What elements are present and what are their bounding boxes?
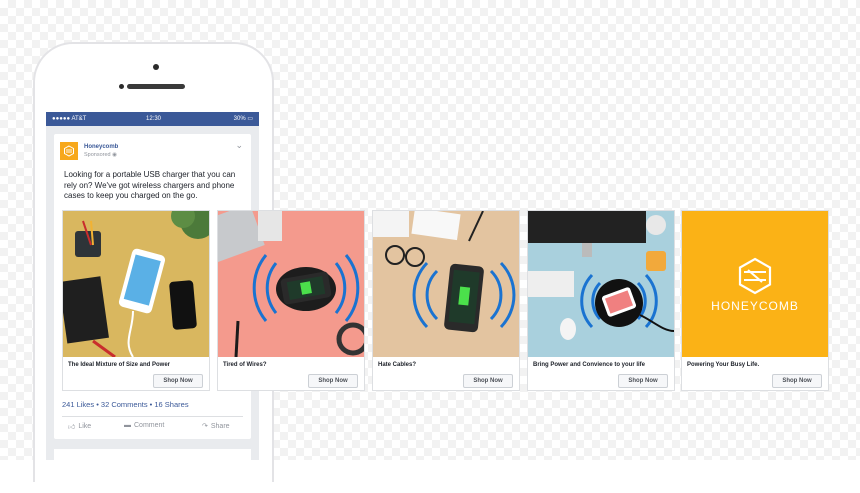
battery-label: 30% ▭ [233,116,253,122]
like-button[interactable]: 👍︎ Like [68,422,91,431]
status-bar: ●●●●● AT&T 12:30 30% ▭ [46,112,259,126]
sponsored-label: Sponsored ◉ [84,152,117,158]
shop-now-button-2[interactable]: Shop Now [308,374,358,388]
product-image-1 [63,211,209,357]
globe-icon: ◉ [112,152,117,158]
product-image-2 [218,211,364,357]
chevron-down-icon[interactable]: ⌄ [235,140,243,151]
like-label: Like [78,423,92,430]
product-image-3 [373,211,519,357]
brand-wordmark: HONEYCOMB [711,299,799,313]
page-name-link[interactable]: Honeycomb [84,144,118,150]
card-caption-1: The Ideal Mixture of Size and Power [68,362,171,368]
share-icon: ↷ [202,423,208,430]
share-label: Share [210,422,230,430]
next-post-preview [54,449,251,460]
front-camera [153,64,159,70]
shop-now-button-3[interactable]: Shop Now [463,374,513,388]
card-caption-3: Hate Cables? [378,362,417,368]
carousel-card-1[interactable]: The Ideal Mixture of Size and Power Shop… [62,210,210,391]
engagement-counts[interactable]: 241 Likes • 32 Comments • 16 Shares [62,400,189,409]
product-image-5: HONEYCOMB [682,211,828,357]
carousel-card-2[interactable]: Tired of Wires? Shop Now [217,210,365,391]
comment-button[interactable]: ▬ Comment [124,422,164,429]
shop-now-button-1[interactable]: Shop Now [153,374,203,388]
sponsored-text: Sponsored [84,152,111,158]
thumbs-up-icon: 👍︎ [68,424,76,431]
card-caption-2: Tired of Wires? [223,362,267,368]
shop-now-button-4[interactable]: Shop Now [618,374,668,388]
carousel-card-5[interactable]: HONEYCOMB Powering Your Busy Life. Shop … [681,210,829,391]
share-button[interactable]: ↷ Share [202,422,230,431]
carousel-card-3[interactable]: Hate Cables? Shop Now [372,210,520,391]
earpiece-speaker [127,84,185,89]
comment-label: Comment [134,422,165,429]
post-body-text: Looking for a portable USB charger that … [64,170,236,200]
comment-icon: ▬ [124,422,131,429]
proximity-sensor [119,84,124,89]
post-actions: 👍︎ Like ▬ Comment ↷ Share [54,420,251,436]
card-caption-4: Bring Power and Convience to your life [533,362,646,368]
carrier-label: ●●●●● AT&T [52,116,87,122]
clock-label: 12:30 [146,116,162,122]
shop-now-button-5[interactable]: Shop Now [772,374,822,388]
card-caption-5: Powering Your Busy Life. [687,362,760,368]
honeycomb-brand-icon [682,211,828,357]
product-image-4 [528,211,674,357]
honeycomb-logo-icon[interactable] [60,142,78,160]
divider [62,416,243,417]
carousel-card-4[interactable]: Bring Power and Convience to your life S… [527,210,675,391]
